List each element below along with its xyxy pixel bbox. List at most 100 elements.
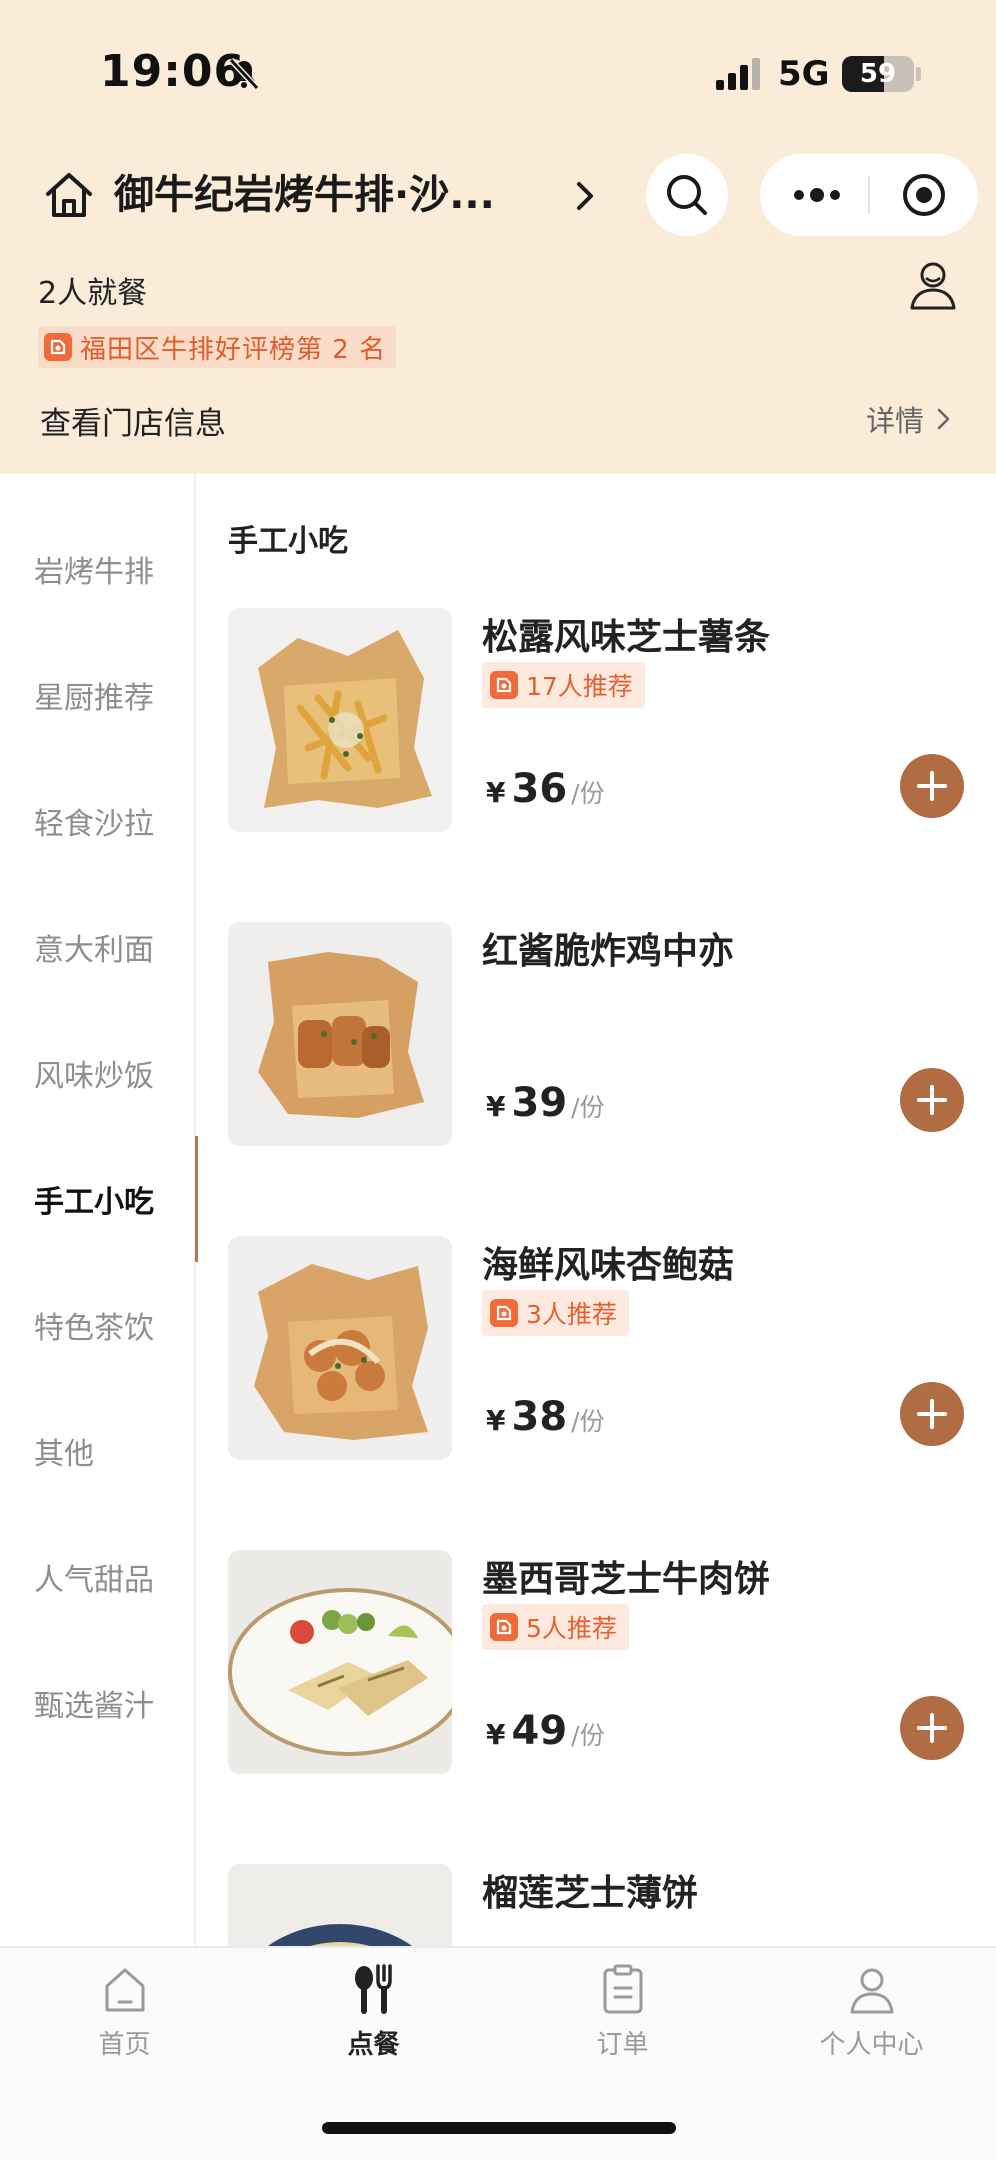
dish-name: 松露风味芝士薯条: [482, 617, 771, 658]
dish-name: 海鲜风味杏鲍菇: [482, 1245, 735, 1286]
detail-link[interactable]: 详情: [866, 398, 924, 440]
add-to-cart-button[interactable]: [900, 754, 964, 818]
add-to-cart-button[interactable]: [900, 1696, 964, 1760]
category-label: 手工小吃: [34, 1185, 154, 1220]
recommend-badge: 5人推荐: [482, 1604, 629, 1650]
category-item-active[interactable]: 手工小吃: [0, 1136, 198, 1262]
capsule-divider: [868, 176, 870, 214]
dish-price: 49: [511, 1708, 568, 1754]
category-label: 特色茶饮: [34, 1311, 154, 1346]
category-sidebar: 岩烤牛排 星厨推荐 轻食沙拉 意大利面 风味炒饭 手工小吃 特色茶饮 其他 人气…: [0, 474, 198, 1946]
dish-price: 38: [511, 1394, 568, 1440]
recommend-count: 3人推荐: [526, 1300, 617, 1329]
price-row: ¥ 49 /份: [486, 1708, 605, 1754]
bell-off-icon: [228, 57, 260, 91]
dianping-icon: [490, 671, 518, 699]
price-row: ¥ 36 /份: [486, 766, 605, 812]
menu-item[interactable]: 海鲜风味杏鲍菇 3人推荐 ¥ 38 /份: [228, 1236, 968, 1460]
utensils-icon: [354, 1964, 392, 2014]
menu-item[interactable]: 榴莲芝士薄饼: [228, 1864, 968, 1946]
dish-photo[interactable]: [228, 1864, 452, 1946]
category-item[interactable]: 人气甜品: [0, 1514, 196, 1640]
user-icon[interactable]: [908, 258, 958, 312]
recommend-count: 17人推荐: [526, 672, 633, 701]
home-indicator: [322, 2122, 676, 2134]
search-button[interactable]: [646, 154, 728, 236]
add-to-cart-button[interactable]: [900, 1068, 964, 1132]
dianping-icon: [490, 1299, 518, 1327]
tab-orders[interactable]: 订单: [498, 1962, 747, 2072]
home-icon: [105, 1968, 144, 2012]
network-type: 5G: [778, 54, 830, 94]
dish-name: 榴莲芝士薄饼: [482, 1873, 699, 1914]
tab-label: 订单: [596, 2030, 649, 2060]
currency-symbol: ¥: [486, 776, 506, 809]
dish-photo[interactable]: [228, 1236, 452, 1460]
dish-name: 红酱脆炸鸡中亦: [482, 931, 735, 972]
recommend-count: 5人推荐: [526, 1614, 617, 1643]
tab-profile[interactable]: 个人中心: [747, 1962, 996, 2072]
chevron-right-icon[interactable]: [570, 176, 600, 216]
dish-price: 39: [511, 1080, 568, 1126]
category-item[interactable]: 特色茶饮: [0, 1262, 196, 1388]
plus-icon: [917, 1713, 947, 1743]
category-item[interactable]: 岩烤牛排: [0, 506, 196, 632]
home-icon[interactable]: [42, 168, 96, 222]
category-item[interactable]: 风味炒饭: [0, 1010, 196, 1136]
tab-home[interactable]: 首页: [0, 1962, 249, 2072]
rank-text: 福田区牛排好评榜第 2 名: [80, 334, 387, 365]
dianping-icon: [490, 1613, 518, 1641]
status-bar: 19:06 5G 59: [0, 0, 996, 150]
category-item[interactable]: 甄选酱汁: [0, 1640, 196, 1766]
menu-item[interactable]: 墨西哥芝士牛肉饼 5人推荐 ¥ 49 /份: [228, 1550, 968, 1774]
category-item[interactable]: 其他: [0, 1388, 196, 1514]
menu-item[interactable]: 松露风味芝士薯条 17人推荐 ¥ 36 /份: [228, 608, 968, 832]
status-time: 19:06: [100, 46, 246, 97]
category-item[interactable]: 轻食沙拉: [0, 758, 196, 884]
tab-label: 点餐: [347, 2030, 400, 2060]
plus-icon: [917, 1085, 947, 1115]
price-unit: /份: [571, 779, 605, 808]
price-row: ¥ 38 /份: [486, 1394, 605, 1440]
miniprogram-capsule: [760, 154, 978, 236]
battery-icon: 59: [842, 56, 914, 92]
tab-label: 个人中心: [819, 2030, 924, 2060]
category-item[interactable]: 星厨推荐: [0, 632, 196, 758]
rank-badge[interactable]: 福田区牛排好评榜第 2 名: [38, 326, 397, 368]
signal-icon: [716, 58, 760, 90]
plus-icon: [917, 1399, 947, 1429]
dish-photo[interactable]: [228, 922, 452, 1146]
nav-row: 御牛纪岩烤牛排·沙...: [0, 150, 996, 240]
tab-order-food[interactable]: 点餐: [249, 1962, 498, 2072]
close-target-icon[interactable]: [900, 171, 948, 219]
party-size[interactable]: 2人就餐: [38, 268, 147, 312]
dish-name: 墨西哥芝士牛肉饼: [482, 1559, 771, 1600]
menu-list[interactable]: 手工小吃 松露风味芝士薯条 17人推荐 ¥ 36 /份 红酱脆炸鸡中亦 ¥ 39…: [198, 474, 996, 1946]
recommend-badge: 17人推荐: [482, 662, 645, 708]
category-label: 意大利面: [34, 933, 154, 968]
store-info-label[interactable]: 查看门店信息: [40, 398, 226, 443]
recommend-badge: 3人推荐: [482, 1290, 629, 1336]
dianping-icon: [44, 333, 72, 361]
chevron-right-icon[interactable]: [936, 406, 952, 432]
profile-icon: [850, 1968, 893, 2014]
search-icon: [667, 175, 707, 215]
category-item[interactable]: 意大利面: [0, 884, 196, 1010]
dish-photo[interactable]: [228, 608, 452, 832]
dish-price: 36: [511, 766, 568, 812]
price-row: ¥ 39 /份: [486, 1080, 605, 1126]
store-header: 19:06 5G 59 御牛纪岩烤牛排·沙... 2人就餐 福田区牛排好评榜第 …: [0, 0, 996, 474]
price-unit: /份: [571, 1093, 605, 1122]
category-label: 人气甜品: [34, 1563, 154, 1598]
store-name[interactable]: 御牛纪岩烤牛排·沙...: [114, 168, 534, 222]
price-unit: /份: [571, 1407, 605, 1436]
more-icon[interactable]: [790, 182, 844, 208]
plus-icon: [917, 771, 947, 801]
category-label: 其他: [34, 1437, 94, 1472]
category-label: 星厨推荐: [34, 681, 154, 716]
menu-item[interactable]: 红酱脆炸鸡中亦 ¥ 39 /份: [228, 922, 968, 1146]
dish-photo[interactable]: [228, 1550, 452, 1774]
battery-level: 59: [859, 59, 897, 89]
add-to-cart-button[interactable]: [900, 1382, 964, 1446]
category-label: 甄选酱汁: [34, 1689, 154, 1724]
